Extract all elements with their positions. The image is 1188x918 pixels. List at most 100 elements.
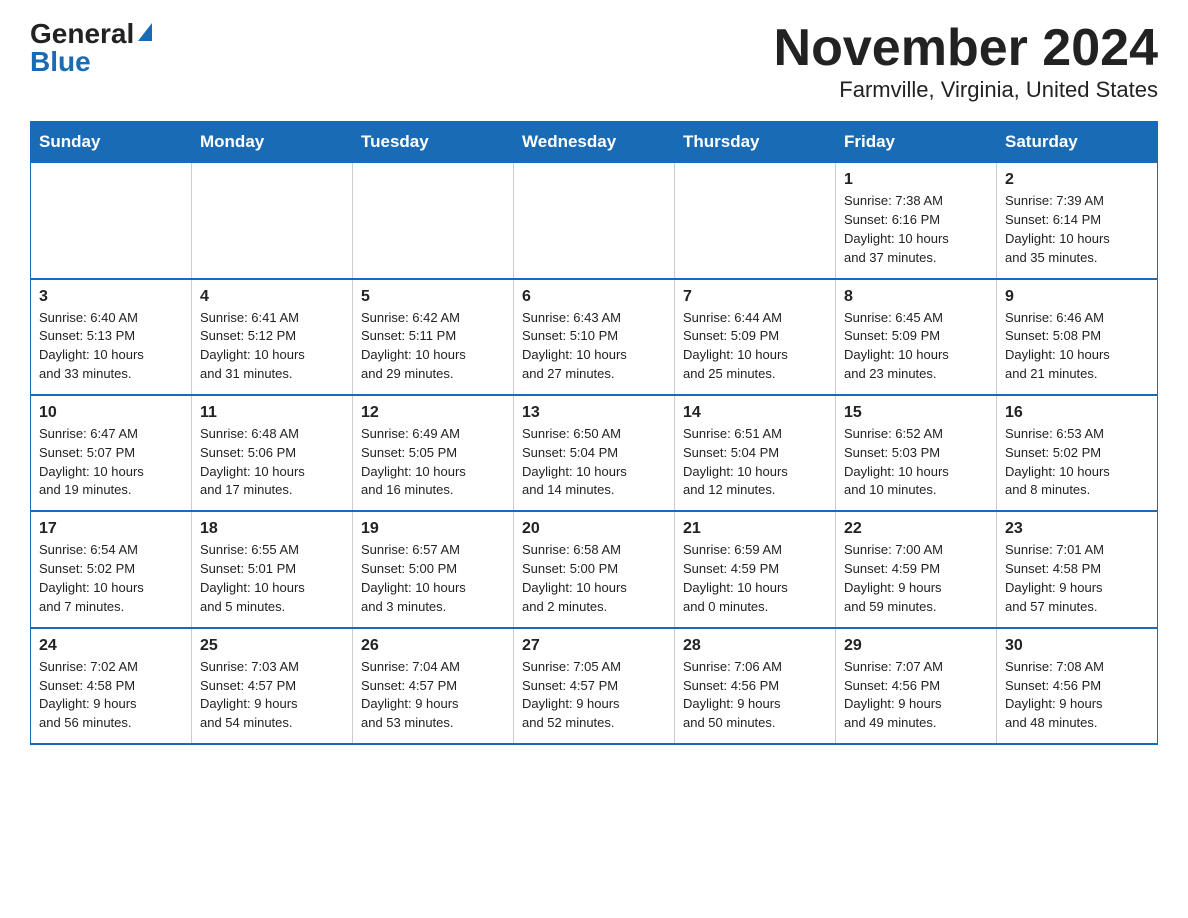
day-info: Sunrise: 7:02 AM Sunset: 4:58 PM Dayligh… (39, 658, 183, 733)
calendar-cell: 15Sunrise: 6:52 AM Sunset: 5:03 PM Dayli… (836, 395, 997, 511)
day-number: 26 (361, 637, 505, 655)
day-info: Sunrise: 6:45 AM Sunset: 5:09 PM Dayligh… (844, 309, 988, 384)
day-info: Sunrise: 6:46 AM Sunset: 5:08 PM Dayligh… (1005, 309, 1149, 384)
day-number: 8 (844, 288, 988, 306)
day-number: 2 (1005, 171, 1149, 189)
day-number: 4 (200, 288, 344, 306)
day-info: Sunrise: 7:05 AM Sunset: 4:57 PM Dayligh… (522, 658, 666, 733)
day-info: Sunrise: 7:06 AM Sunset: 4:56 PM Dayligh… (683, 658, 827, 733)
calendar-cell (192, 163, 353, 279)
day-number: 19 (361, 520, 505, 538)
title-block: November 2024 Farmville, Virginia, Unite… (774, 20, 1158, 103)
calendar-table: SundayMondayTuesdayWednesdayThursdayFrid… (30, 121, 1158, 745)
header-saturday: Saturday (997, 122, 1158, 163)
day-number: 12 (361, 404, 505, 422)
day-number: 21 (683, 520, 827, 538)
calendar-cell: 29 Sunrise: 7:07 AM Sunset: 4:56 PM Dayli… (836, 628, 997, 744)
day-info: Sunrise: 7:04 AM Sunset: 4:57 PM Dayligh… (361, 658, 505, 733)
calendar-cell (675, 163, 836, 279)
calendar-cell: 4 Sunrise: 6:41 AM Sunset: 5:12 PM Daylig… (192, 279, 353, 395)
calendar-cell: 12 Sunrise: 6:49 AM Sunset: 5:05 PM Dayli… (353, 395, 514, 511)
day-number: 29 (844, 637, 988, 655)
calendar-cell: 2Sunrise: 7:39 AM Sunset: 6:14 PM Daylig… (997, 163, 1158, 279)
day-number: 22 (844, 520, 988, 538)
logo-triangle-icon (138, 23, 152, 41)
calendar-cell: 7Sunrise: 6:44 AM Sunset: 5:09 PM Daylig… (675, 279, 836, 395)
calendar-cell: 24 Sunrise: 7:02 AM Sunset: 4:58 PM Dayli… (31, 628, 192, 744)
day-number: 6 (522, 288, 666, 306)
day-number: 3 (39, 288, 183, 306)
day-number: 20 (522, 520, 666, 538)
page-subtitle: Farmville, Virginia, United States (774, 77, 1158, 103)
calendar-cell: 16 Sunrise: 6:53 AM Sunset: 5:02 PM Dayli… (997, 395, 1158, 511)
day-number: 16 (1005, 404, 1149, 422)
day-info: Sunrise: 6:50 AM Sunset: 5:04 PM Dayligh… (522, 425, 666, 500)
day-number: 9 (1005, 288, 1149, 306)
calendar-cell: 6 Sunrise: 6:43 AM Sunset: 5:10 PM Daylig… (514, 279, 675, 395)
day-info: Sunrise: 6:49 AM Sunset: 5:05 PM Dayligh… (361, 425, 505, 500)
day-number: 13 (522, 404, 666, 422)
calendar-cell: 3 Sunrise: 6:40 AM Sunset: 5:13 PM Daylig… (31, 279, 192, 395)
day-info: Sunrise: 6:43 AM Sunset: 5:10 PM Dayligh… (522, 309, 666, 384)
day-info: Sunrise: 6:54 AM Sunset: 5:02 PM Dayligh… (39, 541, 183, 616)
day-info: Sunrise: 6:40 AM Sunset: 5:13 PM Dayligh… (39, 309, 183, 384)
day-info: Sunrise: 6:42 AM Sunset: 5:11 PM Dayligh… (361, 309, 505, 384)
header-thursday: Thursday (675, 122, 836, 163)
calendar-week-1: 3 Sunrise: 6:40 AM Sunset: 5:13 PM Daylig… (31, 279, 1158, 395)
calendar-cell: 10Sunrise: 6:47 AM Sunset: 5:07 PM Dayli… (31, 395, 192, 511)
calendar-cell: 25Sunrise: 7:03 AM Sunset: 4:57 PM Dayli… (192, 628, 353, 744)
calendar-cell: 14Sunrise: 6:51 AM Sunset: 5:04 PM Dayli… (675, 395, 836, 511)
calendar-cell (353, 163, 514, 279)
calendar-cell: 8 Sunrise: 6:45 AM Sunset: 5:09 PM Daylig… (836, 279, 997, 395)
page-header: General Blue November 2024 Farmville, Vi… (30, 20, 1158, 103)
day-number: 11 (200, 404, 344, 422)
calendar-cell: 1 Sunrise: 7:38 AM Sunset: 6:16 PM Daylig… (836, 163, 997, 279)
day-info: Sunrise: 7:07 AM Sunset: 4:56 PM Dayligh… (844, 658, 988, 733)
day-info: Sunrise: 6:48 AM Sunset: 5:06 PM Dayligh… (200, 425, 344, 500)
header-monday: Monday (192, 122, 353, 163)
day-info: Sunrise: 7:00 AM Sunset: 4:59 PM Dayligh… (844, 541, 988, 616)
calendar-cell: 9 Sunrise: 6:46 AM Sunset: 5:08 PM Daylig… (997, 279, 1158, 395)
calendar-cell: 23 Sunrise: 7:01 AM Sunset: 4:58 PM Dayli… (997, 511, 1158, 627)
day-info: Sunrise: 6:41 AM Sunset: 5:12 PM Dayligh… (200, 309, 344, 384)
day-number: 23 (1005, 520, 1149, 538)
logo: General Blue (30, 20, 152, 76)
day-number: 28 (683, 637, 827, 655)
header-friday: Friday (836, 122, 997, 163)
logo-general: General (30, 20, 134, 48)
day-info: Sunrise: 6:44 AM Sunset: 5:09 PM Dayligh… (683, 309, 827, 384)
day-info: Sunrise: 7:08 AM Sunset: 4:56 PM Dayligh… (1005, 658, 1149, 733)
calendar-cell: 5 Sunrise: 6:42 AM Sunset: 5:11 PM Daylig… (353, 279, 514, 395)
day-info: Sunrise: 7:38 AM Sunset: 6:16 PM Dayligh… (844, 192, 988, 267)
header-tuesday: Tuesday (353, 122, 514, 163)
day-number: 5 (361, 288, 505, 306)
calendar-cell: 21Sunrise: 6:59 AM Sunset: 4:59 PM Dayli… (675, 511, 836, 627)
day-info: Sunrise: 7:01 AM Sunset: 4:58 PM Dayligh… (1005, 541, 1149, 616)
day-number: 24 (39, 637, 183, 655)
calendar-cell: 22 Sunrise: 7:00 AM Sunset: 4:59 PM Dayli… (836, 511, 997, 627)
day-number: 14 (683, 404, 827, 422)
calendar-cell: 30Sunrise: 7:08 AM Sunset: 4:56 PM Dayli… (997, 628, 1158, 744)
day-number: 10 (39, 404, 183, 422)
day-info: Sunrise: 6:53 AM Sunset: 5:02 PM Dayligh… (1005, 425, 1149, 500)
page-title: November 2024 (774, 20, 1158, 77)
day-number: 18 (200, 520, 344, 538)
day-number: 25 (200, 637, 344, 655)
header-wednesday: Wednesday (514, 122, 675, 163)
day-info: Sunrise: 6:55 AM Sunset: 5:01 PM Dayligh… (200, 541, 344, 616)
calendar-header-row: SundayMondayTuesdayWednesdayThursdayFrid… (31, 122, 1158, 163)
calendar-cell: 19Sunrise: 6:57 AM Sunset: 5:00 PM Dayli… (353, 511, 514, 627)
calendar-cell: 18 Sunrise: 6:55 AM Sunset: 5:01 PM Dayli… (192, 511, 353, 627)
day-number: 1 (844, 171, 988, 189)
calendar-week-4: 24 Sunrise: 7:02 AM Sunset: 4:58 PM Dayli… (31, 628, 1158, 744)
calendar-cell: 27 Sunrise: 7:05 AM Sunset: 4:57 PM Dayli… (514, 628, 675, 744)
calendar-cell (31, 163, 192, 279)
calendar-cell: 28 Sunrise: 7:06 AM Sunset: 4:56 PM Dayli… (675, 628, 836, 744)
calendar-cell: 11 Sunrise: 6:48 AM Sunset: 5:06 PM Dayli… (192, 395, 353, 511)
logo-blue: Blue (30, 48, 91, 76)
calendar-cell: 13 Sunrise: 6:50 AM Sunset: 5:04 PM Dayli… (514, 395, 675, 511)
day-number: 27 (522, 637, 666, 655)
calendar-cell: 17Sunrise: 6:54 AM Sunset: 5:02 PM Dayli… (31, 511, 192, 627)
calendar-cell: 20Sunrise: 6:58 AM Sunset: 5:00 PM Dayli… (514, 511, 675, 627)
calendar-cell: 26 Sunrise: 7:04 AM Sunset: 4:57 PM Dayli… (353, 628, 514, 744)
